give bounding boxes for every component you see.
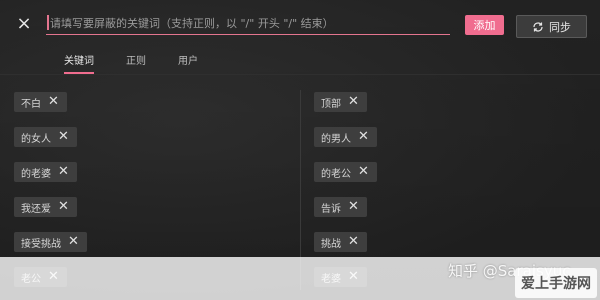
keyword-label: 告诉 [321,203,341,215]
keyword-input[interactable] [46,13,454,34]
text-caret [47,15,49,30]
remove-icon[interactable]: ✕ [348,92,359,112]
keyword-label: 不白 [21,98,41,110]
keyword-chip: 不白 ✕ [14,92,67,112]
remove-icon[interactable]: ✕ [58,197,69,217]
close-icon[interactable]: × [14,12,34,36]
keyword-chip: 我还爱 ✕ [14,197,77,217]
remove-icon[interactable]: ✕ [358,162,369,182]
keyword-label: 的男人 [321,133,351,145]
sync-label: 同步 [549,20,571,34]
remove-icon[interactable]: ✕ [68,232,79,252]
keyword-chip: 顶部 ✕ [314,92,367,112]
keyword-label: 顶部 [321,98,341,110]
tab-users[interactable]: 用户 [178,52,198,74]
keyword-chip: 的老公 ✕ [314,162,377,182]
tabs-divider [0,74,600,75]
remove-icon[interactable]: ✕ [358,127,369,147]
keyword-label: 我还爱 [21,203,51,215]
site-logo: 爱上手游网 [515,268,597,298]
keyword-chip: 接受挑战 ✕ [14,232,87,252]
tab-keywords[interactable]: 关键词 [64,52,94,74]
remove-icon[interactable]: ✕ [348,197,359,217]
keyword-label: 的女人 [21,133,51,145]
keyword-chip: 的男人 ✕ [314,127,377,147]
filter-toolbar: × 添加 同步 [0,0,600,48]
remove-icon[interactable]: ✕ [48,92,59,112]
tab-regex[interactable]: 正则 [126,52,146,74]
keyword-search-field [46,12,454,35]
keyword-label: 的老公 [321,168,351,180]
sync-button[interactable]: 同步 [516,15,587,38]
keyword-chip: 的女人 ✕ [14,127,77,147]
keyword-chip: 挑战 ✕ [314,232,367,252]
filter-tabs: 关键词 正则 用户 [64,52,198,74]
remove-icon[interactable]: ✕ [58,127,69,147]
keyword-chip: 的老婆 ✕ [14,162,77,182]
keyword-label: 挑战 [321,238,341,250]
remove-icon[interactable]: ✕ [348,232,359,252]
keyword-chip: 告诉 ✕ [314,197,367,217]
keyword-label: 接受挑战 [21,238,61,250]
add-button[interactable]: 添加 [465,15,504,35]
remove-icon[interactable]: ✕ [58,162,69,182]
sync-icon [533,21,543,32]
keyword-label: 的老婆 [21,168,51,180]
